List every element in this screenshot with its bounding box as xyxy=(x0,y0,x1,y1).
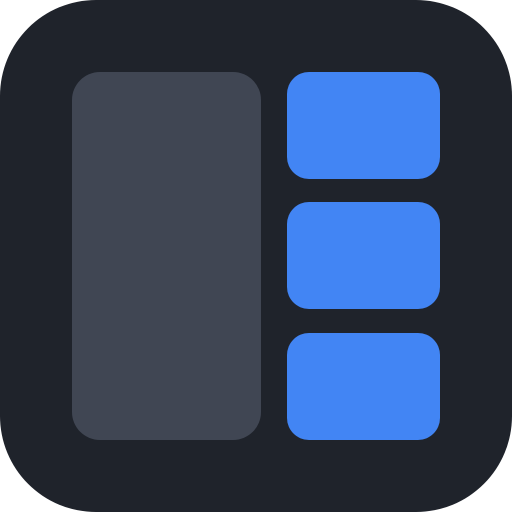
small-panel-top xyxy=(287,72,440,179)
layout-panels-icon xyxy=(0,0,512,512)
small-panel-bottom xyxy=(287,333,440,440)
small-panel-middle xyxy=(287,202,440,309)
icon-canvas xyxy=(0,0,512,512)
large-panel xyxy=(72,72,261,440)
